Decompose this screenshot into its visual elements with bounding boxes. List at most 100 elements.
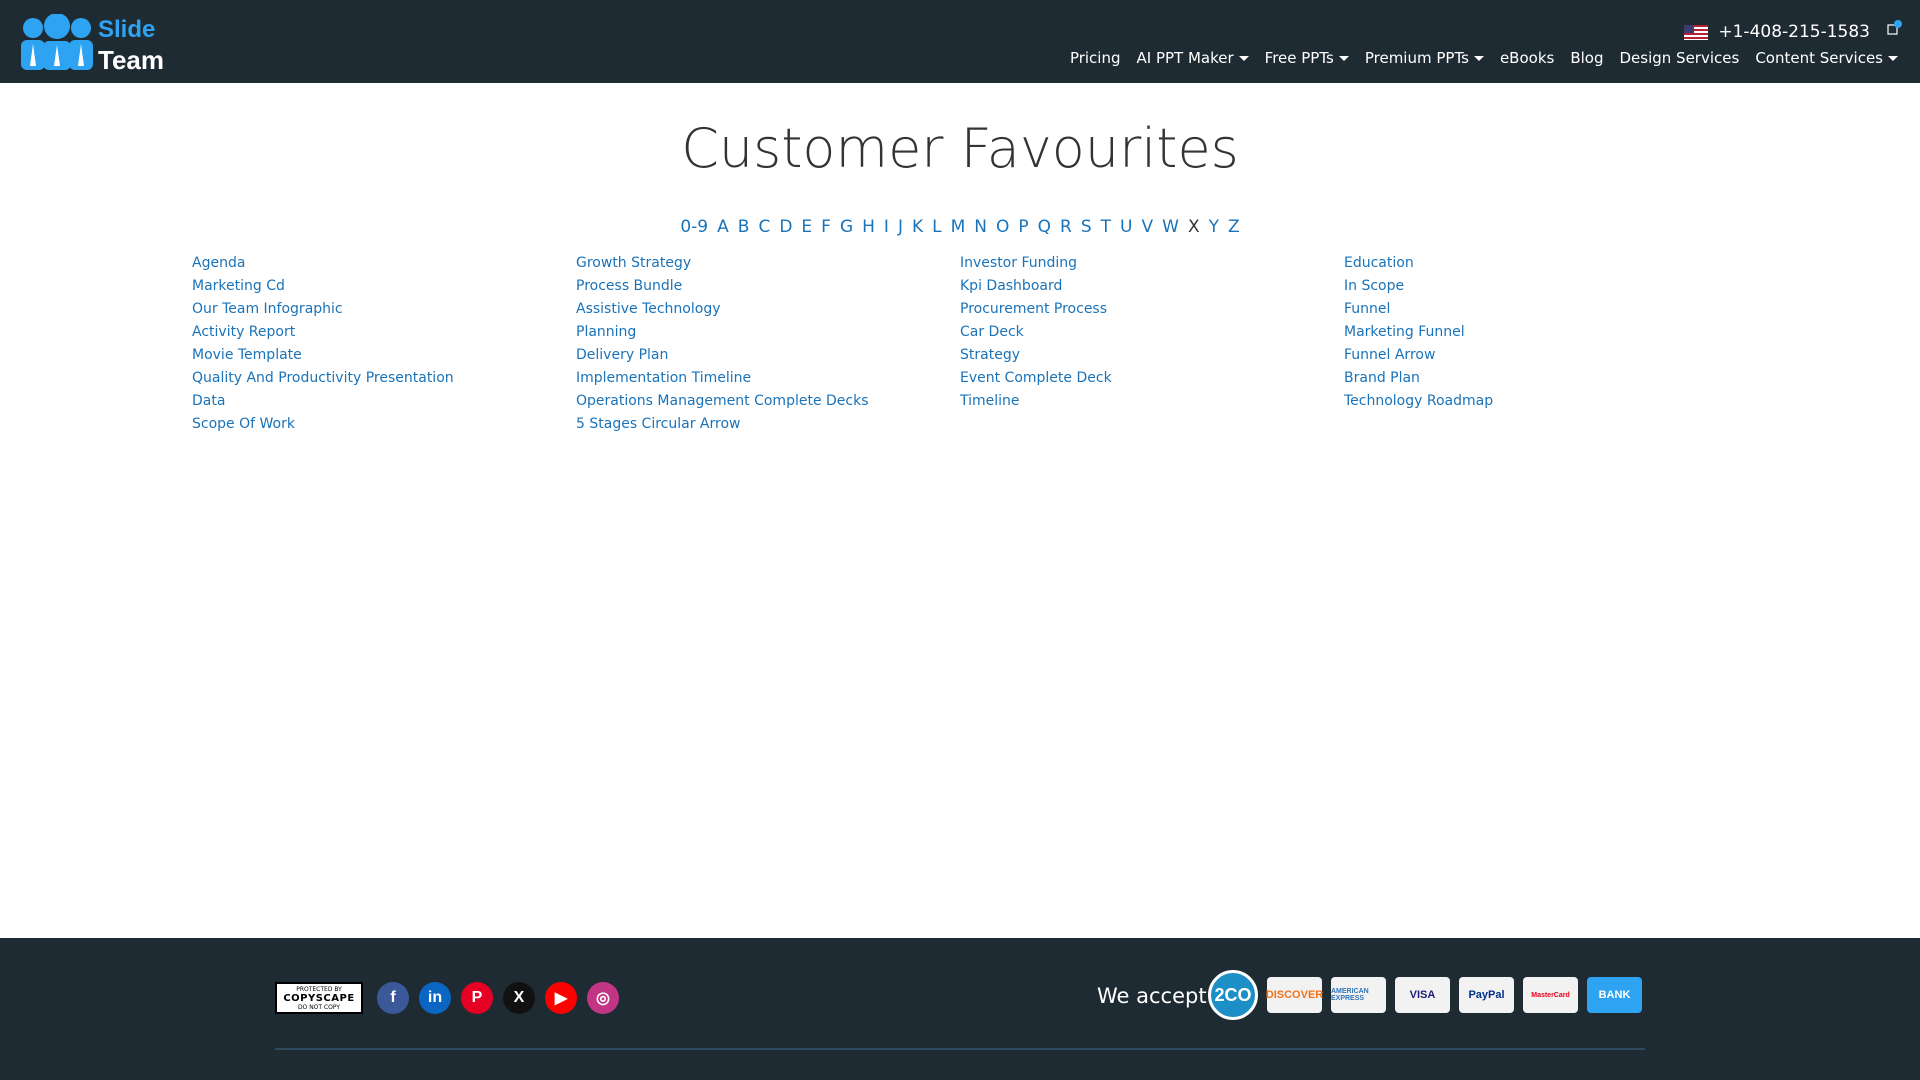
- favourite-link[interactable]: Operations Management Complete Decks: [576, 390, 960, 413]
- logo-text-team: Team: [98, 45, 164, 75]
- alphabet-letter-y[interactable]: Y: [1209, 217, 1219, 237]
- favourites-column: Agenda Marketing Cd Our Team Infographic Ac…: [192, 252, 576, 436]
- favourite-link[interactable]: Quality And Productivity Presentation: [192, 367, 576, 390]
- favourite-link[interactable]: In Scope: [1344, 275, 1728, 298]
- pinterest-icon[interactable]: P: [461, 982, 493, 1014]
- alphabet-letter-0-9[interactable]: 0-9: [680, 217, 708, 237]
- favourites-list: Agenda Marketing Cd Our Team Infographic Ac…: [192, 252, 1728, 436]
- nav-premium-ppts[interactable]: Premium PPTs: [1365, 49, 1484, 67]
- amex-icon[interactable]: AMERICAN EXPRESS: [1331, 977, 1386, 1013]
- favourite-link[interactable]: Scope Of Work: [192, 413, 576, 436]
- favourite-link[interactable]: Investor Funding: [960, 252, 1344, 275]
- favourite-link[interactable]: Funnel Arrow: [1344, 344, 1728, 367]
- favourite-link[interactable]: Timeline: [960, 390, 1344, 413]
- alphabet-letter-u[interactable]: U: [1120, 217, 1132, 237]
- favourite-link[interactable]: Marketing Funnel: [1344, 321, 1728, 344]
- favourite-link[interactable]: Assistive Technology: [576, 298, 960, 321]
- favourite-link[interactable]: Car Deck: [960, 321, 1344, 344]
- caret-down-icon: [1238, 55, 1249, 61]
- nav-label: AI PPT Maker: [1136, 49, 1234, 67]
- alphabet-letter-g[interactable]: G: [840, 217, 853, 237]
- alphabet-letter-c[interactable]: C: [758, 217, 770, 237]
- instagram-icon[interactable]: ◎: [587, 982, 619, 1014]
- favourite-link[interactable]: Movie Template: [192, 344, 576, 367]
- alphabet-letter-i[interactable]: I: [884, 217, 889, 237]
- nav-label: Blog: [1570, 49, 1604, 67]
- nav-label: Pricing: [1069, 49, 1121, 67]
- favourite-link[interactable]: Event Complete Deck: [960, 367, 1344, 390]
- favourite-link[interactable]: Growth Strategy: [576, 252, 960, 275]
- mastercard-icon[interactable]: MasterCard: [1523, 977, 1578, 1013]
- favourite-link[interactable]: Process Bundle: [576, 275, 960, 298]
- alphabet-letter-j[interactable]: J: [898, 217, 903, 237]
- favourite-link[interactable]: Education: [1344, 252, 1728, 275]
- alphabet-letter-l[interactable]: L: [932, 217, 941, 237]
- alphabet-letter-o[interactable]: O: [996, 217, 1009, 237]
- favourite-link[interactable]: Planning: [576, 321, 960, 344]
- favourite-link[interactable]: Implementation Timeline: [576, 367, 960, 390]
- favourite-link[interactable]: Activity Report: [192, 321, 576, 344]
- facebook-icon[interactable]: f: [377, 982, 409, 1014]
- alphabet-letter-q[interactable]: Q: [1038, 217, 1051, 237]
- copyscape-line3: DO NOT COPY: [297, 1003, 341, 1011]
- alphabet-letter-z[interactable]: Z: [1228, 217, 1240, 237]
- copyscape-line2: COPYSCAPE: [283, 992, 355, 1004]
- youtube-icon[interactable]: ▶: [545, 982, 577, 1014]
- nav-label: Free PPTs: [1264, 49, 1334, 67]
- linkedin-icon[interactable]: in: [419, 982, 451, 1014]
- favourite-link[interactable]: Procurement Process: [960, 298, 1344, 321]
- alphabet-letter-m[interactable]: M: [951, 217, 966, 237]
- x-icon[interactable]: X: [503, 982, 535, 1014]
- favourite-link[interactable]: Marketing Cd: [192, 275, 576, 298]
- favourite-link[interactable]: Delivery Plan: [576, 344, 960, 367]
- logo-text-slide: Slide: [98, 16, 156, 43]
- visa-icon[interactable]: VISA: [1395, 977, 1450, 1013]
- main-nav: Pricing AI PPT Maker Free PPTs Premium P…: [1070, 49, 1898, 67]
- alphabet-letter-w[interactable]: W: [1162, 217, 1179, 237]
- alphabet-letter-f[interactable]: F: [821, 217, 831, 237]
- favourite-link[interactable]: Strategy: [960, 344, 1344, 367]
- discover-icon[interactable]: DISCOVER: [1266, 977, 1323, 1013]
- page-title: Customer Favourites: [681, 117, 1239, 180]
- nav-blog[interactable]: Blog: [1570, 49, 1603, 67]
- nav-label: Content Services: [1755, 49, 1883, 67]
- copyscape-badge[interactable]: PROTECTED BY COPYSCAPE DO NOT COPY: [275, 982, 363, 1014]
- nav-design-services[interactable]: Design Services: [1620, 49, 1740, 67]
- nav-ebooks[interactable]: eBooks: [1500, 49, 1554, 67]
- alphabet-letter-h[interactable]: H: [862, 217, 875, 237]
- paypal-icon[interactable]: PayPal: [1459, 977, 1514, 1013]
- phone-contact[interactable]: +1-408-215-1583: [1684, 22, 1870, 42]
- caret-down-icon: [1473, 55, 1484, 61]
- alphabet-letter-p[interactable]: P: [1018, 217, 1028, 237]
- alphabet-letter-v[interactable]: V: [1141, 217, 1153, 237]
- alphabet-letter-t[interactable]: T: [1101, 217, 1111, 237]
- alphabet-letter-s[interactable]: S: [1081, 217, 1092, 237]
- favourite-link[interactable]: Kpi Dashboard: [960, 275, 1344, 298]
- favourite-link[interactable]: 5 Stages Circular Arrow: [576, 413, 960, 436]
- favourite-link[interactable]: Our Team Infographic: [192, 298, 576, 321]
- footer-divider: [275, 1048, 1645, 1050]
- bank-icon[interactable]: BANK: [1587, 977, 1642, 1013]
- nav-ai-ppt-maker[interactable]: AI PPT Maker: [1137, 49, 1249, 67]
- nav-free-ppts[interactable]: Free PPTs: [1265, 49, 1349, 67]
- alphabet-letter-e[interactable]: E: [801, 217, 812, 237]
- alphabet-letter-b[interactable]: B: [738, 217, 750, 237]
- logo-people-icon: [21, 13, 93, 70]
- favourites-column: Education In Scope Funnel Marketing Funnel F…: [1344, 252, 1728, 436]
- alphabet-letter-a[interactable]: A: [717, 217, 729, 237]
- 2co-icon[interactable]: 2CO: [1208, 970, 1258, 1020]
- alphabet-letter-r[interactable]: R: [1060, 217, 1072, 237]
- favourite-link[interactable]: Funnel: [1344, 298, 1728, 321]
- nav-content-services[interactable]: Content Services: [1755, 49, 1898, 67]
- social-links: f in P X ▶ ◎: [377, 982, 619, 1014]
- alphabet-letter-d[interactable]: D: [779, 217, 792, 237]
- favourite-link[interactable]: Agenda: [192, 252, 576, 275]
- top-navigation-bar: Slide Team +1-408-215-1583 Pricing AI PP…: [0, 0, 1920, 83]
- alphabet-letter-k[interactable]: K: [912, 217, 923, 237]
- favourite-link[interactable]: Technology Roadmap: [1344, 390, 1728, 413]
- favourite-link[interactable]: Data: [192, 390, 576, 413]
- favourite-link[interactable]: Brand Plan: [1344, 367, 1728, 390]
- we-accept-label: We accept:: [1097, 984, 1214, 1008]
- nav-pricing[interactable]: Pricing: [1070, 49, 1121, 67]
- alphabet-letter-n[interactable]: N: [974, 217, 987, 237]
